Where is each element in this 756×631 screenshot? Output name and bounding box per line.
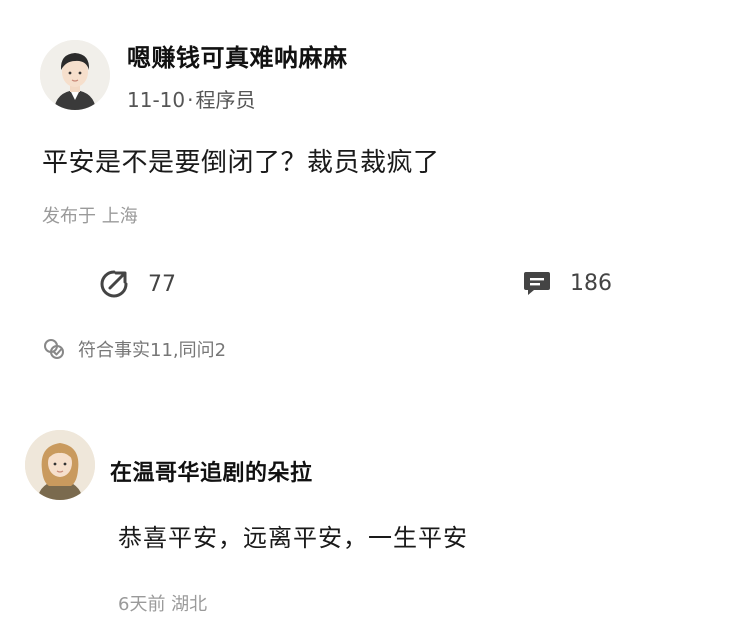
comment-icon xyxy=(524,272,550,295)
meta-separator: · xyxy=(187,88,194,112)
comment-text: 恭喜平安，远离平安，一生平安 xyxy=(118,524,468,552)
comment-button[interactable]: 186 xyxy=(522,268,612,298)
comment-count: 186 xyxy=(570,270,612,296)
post-date: 11-10 xyxy=(127,88,186,112)
post-author-avatar[interactable] xyxy=(40,40,110,110)
share-icon xyxy=(100,270,128,298)
fact-check-icon xyxy=(44,339,64,359)
post-content: 平安是不是要倒闭了？裁员裁疯了 xyxy=(42,148,440,178)
avatar-illustration xyxy=(25,430,95,500)
commenter-avatar[interactable] xyxy=(25,430,95,500)
comment-meta: 6天前 湖北 xyxy=(118,594,208,615)
post-meta: 11-10 · 程序员 xyxy=(127,84,255,113)
post-occupation: 程序员 xyxy=(195,88,256,112)
fact-check-label: 符合事实11,同问2 xyxy=(78,340,227,361)
page: 嗯赚钱可真难呐麻麻 11-10 · 程序员 平安是不是要倒闭了？裁员裁疯了 发布于 … xyxy=(0,0,756,631)
share-button[interactable]: 77 xyxy=(98,268,176,300)
avatar-illustration xyxy=(40,40,110,110)
commenter-name[interactable]: 在温哥华追剧的朵拉 xyxy=(110,455,313,487)
share-count: 77 xyxy=(148,271,176,297)
fact-check-row[interactable]: 符合事实11,同问2 xyxy=(42,336,226,362)
post-author-name[interactable]: 嗯赚钱可真难呐麻麻 xyxy=(127,38,348,73)
post-location: 发布于 上海 xyxy=(42,206,138,227)
